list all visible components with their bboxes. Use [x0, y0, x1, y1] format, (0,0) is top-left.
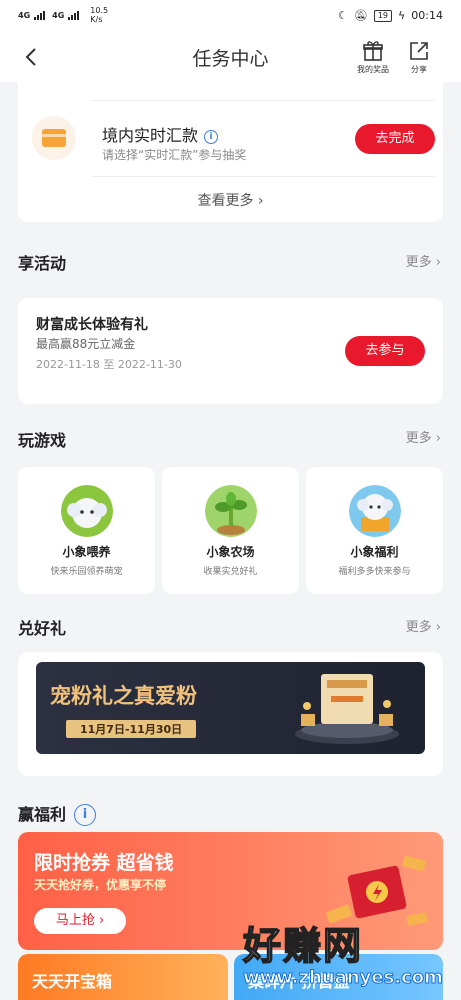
game-card-welfare[interactable]: 小象福利 福利多多快来参与	[306, 467, 443, 594]
activity-title: 财富成长体验有礼	[36, 317, 148, 333]
chevron-right-icon: ›	[98, 913, 105, 928]
elephant-feeding-icon	[61, 485, 113, 537]
game-card-farm[interactable]: 小象农场 收果实兑好礼	[162, 467, 299, 594]
join-activity-button[interactable]: 去参与	[345, 336, 425, 366]
game-desc: 收果实兑好礼	[203, 567, 258, 577]
activity-subtitle: 最高赢88元立减金	[36, 337, 136, 351]
watermark-text: 好赚网	[242, 923, 364, 969]
gift-icon	[363, 41, 383, 61]
gift-more-link[interactable]: 更多 ›	[406, 616, 441, 635]
mute-icon: 🔕︎	[353, 9, 368, 22]
grab-now-button[interactable]: 马上抢 ›	[34, 908, 126, 934]
share-label: 分享	[411, 65, 427, 74]
gift-card: 宠粉礼之真爱粉 11月7日-11月30日	[18, 652, 443, 776]
chevron-right-icon: ›	[435, 255, 441, 270]
game-name: 小象喂养	[62, 545, 111, 559]
complete-task-button[interactable]: 去完成	[355, 124, 435, 154]
gift-banner[interactable]: 宠粉礼之真爱粉 11月7日-11月30日	[36, 662, 425, 754]
task-description: 请选择“实时汇款”参与抽奖	[102, 148, 247, 162]
chevron-right-icon: ›	[435, 431, 441, 446]
divider	[92, 176, 435, 177]
status-bar: 4G 4G 10.5 K/s ☾ 🔕︎ 19 ϟ 00:14	[0, 0, 461, 32]
game-section-title: 玩游戏	[18, 431, 67, 450]
battery-indicator: 19	[373, 9, 393, 22]
grab-now-label: 马上抢	[55, 913, 95, 928]
clock: 00:14	[411, 9, 443, 22]
network-speed-value: 10.5	[90, 6, 109, 15]
network-speed-unit: K/s	[90, 15, 103, 24]
activity-card[interactable]: 财富成长体验有礼 最高赢88元立减金 2022-11-18 至 2022-11-…	[18, 298, 443, 404]
see-more-link[interactable]: 查看更多 ›	[18, 190, 443, 210]
task-title: 境内实时汇款 i	[102, 122, 219, 146]
benefit-subtitle: 天天抢好券，优惠享不停	[34, 878, 167, 892]
more-label: 更多	[405, 431, 432, 446]
benefit-section-title-text: 赢福利	[18, 805, 67, 824]
my-prizes-button[interactable]: 我的奖品	[351, 40, 395, 75]
gift-stage-illustration	[295, 674, 399, 744]
watermark-url: www.zhuanyes.com	[243, 967, 444, 989]
bottom-card-label: 天天开宝箱	[32, 972, 113, 991]
share-icon	[410, 42, 428, 60]
signal-bars-icon	[34, 10, 46, 20]
banner-title: 宠粉礼之真爱粉	[50, 683, 197, 708]
share-button[interactable]: 分享	[397, 40, 441, 75]
more-label: 更多	[405, 255, 432, 270]
site-watermark: 好赚网 www.zhuanyes.com	[242, 915, 444, 997]
gift-section-title: 兑好礼	[18, 619, 67, 638]
open-treasure-box-card[interactable]: 天天开宝箱	[18, 954, 228, 1000]
see-more-label: 查看更多	[197, 193, 254, 209]
info-icon[interactable]: i	[204, 130, 219, 144]
task-title-text: 境内实时汇款	[102, 126, 199, 145]
game-desc: 快来乐园领养萌宠	[50, 567, 123, 577]
task-card: 境内实时汇款 i 请选择“实时汇款”参与抽奖 去完成 查看更多 ›	[18, 82, 443, 222]
activity-date: 2022-11-18 至 2022-11-30	[36, 358, 182, 371]
signal-indicator-1: 4G	[18, 10, 31, 20]
network-speed: 10.5 K/s	[90, 6, 108, 24]
divider	[92, 100, 435, 101]
game-more-link[interactable]: 更多 ›	[406, 427, 441, 446]
game-card-feeding[interactable]: 小象喂养 快来乐园领养萌宠	[18, 467, 155, 594]
activity-more-link[interactable]: 更多 ›	[406, 251, 441, 270]
signal-bars-icon	[68, 10, 80, 20]
transfer-icon	[32, 116, 76, 160]
benefit-section-title: 赢福利 i	[18, 801, 97, 826]
nav-bar: 任务中心 我的奖品 分享	[0, 32, 461, 82]
chevron-right-icon: ›	[435, 620, 441, 635]
signal-indicator-2: 4G	[52, 10, 65, 20]
elephant-welfare-icon	[349, 485, 401, 537]
banner-date: 11月7日-11月30日	[66, 720, 197, 738]
info-icon[interactable]: i	[74, 804, 97, 826]
more-label: 更多	[405, 620, 432, 635]
game-name: 小象农场	[206, 545, 255, 559]
my-prizes-label: 我的奖品	[357, 65, 389, 74]
charging-icon: ϟ	[398, 9, 406, 22]
farm-plant-icon	[205, 485, 257, 537]
moon-icon: ☾	[338, 9, 348, 22]
benefit-title: 限时抢券 超省钱	[34, 852, 174, 874]
chevron-right-icon: ›	[257, 193, 264, 209]
game-desc: 福利多多快来参与	[338, 567, 411, 577]
game-name: 小象福利	[350, 545, 399, 559]
activity-section-title: 享活动	[18, 254, 67, 273]
